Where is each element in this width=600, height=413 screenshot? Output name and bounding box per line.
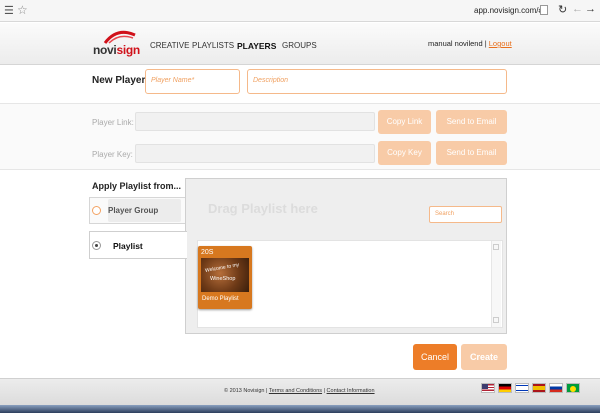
scroll-down-icon[interactable]: [493, 317, 499, 323]
os-taskbar: [0, 405, 600, 413]
player-group-label: Player Group: [108, 206, 159, 215]
new-player-label: New Player: [92, 75, 146, 86]
player-group-radio[interactable]: [92, 206, 101, 215]
playlist-thumbnail: [201, 258, 249, 292]
description-input[interactable]: Description: [247, 69, 507, 94]
flag-german-icon[interactable]: [498, 383, 512, 393]
page-icon: [540, 5, 548, 15]
logout-link[interactable]: Logout: [489, 39, 512, 48]
reload-icon[interactable]: ↻: [558, 3, 567, 16]
copy-key-button[interactable]: Copy Key: [378, 141, 431, 165]
logo-wordmark: novisign: [93, 43, 140, 57]
thumbnail-text: WineShop: [210, 276, 236, 282]
footer-separator: |: [265, 388, 268, 394]
playlist-search-input[interactable]: Search: [429, 206, 502, 223]
player-key-field[interactable]: [135, 144, 375, 163]
radio-selected-dot: [95, 244, 98, 247]
nav-groups[interactable]: GROUPS: [282, 41, 317, 50]
user-area: manual novilend | Logout: [428, 39, 512, 48]
scroll-up-icon[interactable]: [493, 244, 499, 250]
playlist-name: Demo Playlist: [202, 296, 239, 302]
flag-hebrew-icon[interactable]: [515, 383, 529, 393]
nav-creative[interactable]: CREATIVE: [150, 41, 189, 50]
address-bar[interactable]: app.novisign.com/#: [474, 6, 543, 15]
playlist-option-label: Playlist: [113, 241, 143, 251]
footer-separator: |: [323, 388, 326, 394]
footer-links: © 2013 Novisign | Terms and Conditions |…: [224, 388, 375, 394]
copy-link-button[interactable]: Copy Link: [378, 110, 431, 134]
playlist-duration: 20S: [201, 249, 214, 256]
cancel-button[interactable]: Cancel: [413, 344, 457, 370]
flag-portuguese-icon[interactable]: [566, 383, 580, 393]
create-button[interactable]: Create: [461, 344, 507, 370]
back-icon[interactable]: ←: [572, 3, 583, 15]
playlist-scrollbar[interactable]: [491, 241, 501, 327]
nav-playlists[interactable]: PLAYLISTS: [192, 41, 234, 50]
flag-english-icon[interactable]: [481, 383, 495, 393]
player-key-label: Player Key:: [92, 150, 133, 159]
drag-playlist-hint: Drag Playlist here: [208, 201, 318, 216]
player-link-field[interactable]: [135, 112, 375, 131]
flag-russian-icon[interactable]: [549, 383, 563, 393]
contact-link[interactable]: Contact Information: [327, 388, 375, 394]
novisign-logo[interactable]: novisign: [93, 29, 141, 59]
player-link-label: Player Link:: [92, 118, 134, 127]
apply-playlist-label: Apply Playlist from...: [92, 181, 182, 191]
bookmark-star-icon[interactable]: ☆: [17, 3, 28, 17]
send-key-email-button[interactable]: Send to Email: [436, 141, 507, 165]
user-separator: |: [484, 39, 487, 48]
send-link-email-button[interactable]: Send to Email: [436, 110, 507, 134]
nav-players[interactable]: PLAYERS: [237, 41, 276, 51]
flag-spanish-icon[interactable]: [532, 383, 546, 393]
menu-icon[interactable]: ☰: [4, 4, 14, 17]
terms-link[interactable]: Terms and Conditions: [269, 388, 322, 394]
player-name-input[interactable]: Player Name*: [145, 69, 240, 94]
username: manual novilend: [428, 39, 483, 48]
forward-icon[interactable]: →: [585, 3, 596, 15]
copyright-text: © 2013 Novisign: [224, 388, 265, 394]
